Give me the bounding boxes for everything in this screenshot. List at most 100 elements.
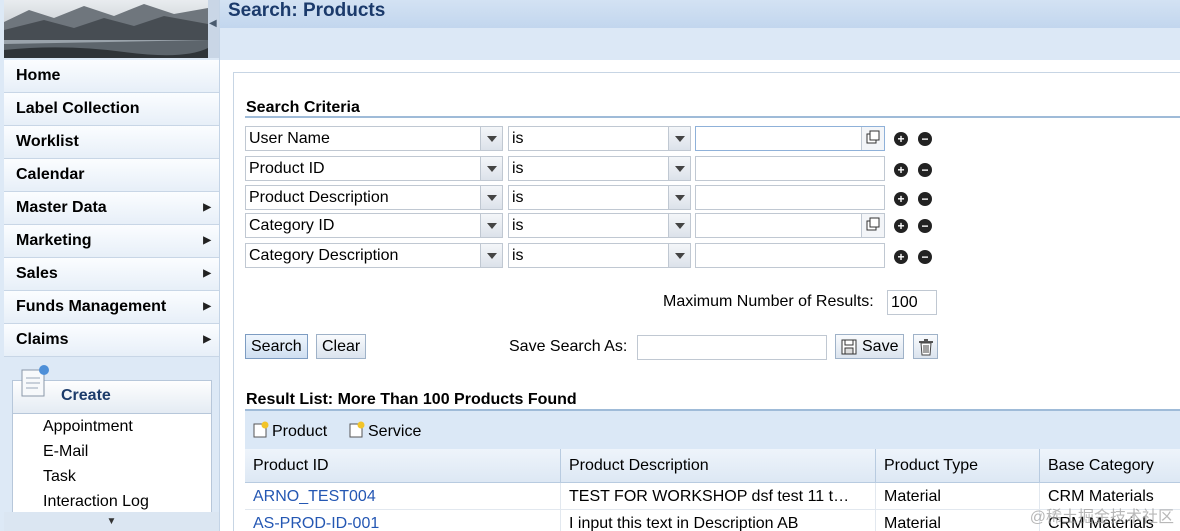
plus-icon: + (897, 132, 905, 146)
criteria-field-select[interactable]: User Name (245, 126, 503, 151)
remove-criteria-button[interactable]: − (918, 132, 932, 146)
value-help-button[interactable] (861, 127, 884, 150)
result-list-title: Result List: More Than 100 Products Foun… (246, 391, 577, 408)
new-item-icon (349, 421, 365, 438)
nav-item-home[interactable]: Home (4, 60, 219, 93)
plus-icon: + (897, 219, 905, 233)
field-select-value: Category ID (249, 217, 335, 234)
dropdown-arrow-icon (668, 214, 690, 237)
criteria-operator-select[interactable]: is (508, 126, 691, 151)
remove-criteria-button[interactable]: − (918, 219, 932, 233)
column-header-base-category[interactable]: Base Category (1040, 449, 1180, 483)
create-item-email[interactable]: E-Mail (43, 443, 88, 461)
criteria-field-select[interactable]: Product Description (245, 185, 503, 210)
field-select-value: User Name (249, 130, 330, 147)
max-results-value: 100 (891, 294, 918, 311)
operator-select-value: is (512, 130, 524, 147)
new-service-button[interactable]: Service (349, 421, 421, 441)
add-criteria-button[interactable]: + (894, 132, 908, 146)
nav-item-funds-management[interactable]: Funds Management ▶ (4, 291, 219, 324)
dropdown-arrow-icon (480, 186, 502, 209)
remove-criteria-button[interactable]: − (918, 192, 932, 206)
nav-item-calendar[interactable]: Calendar (4, 159, 219, 192)
dropdown-arrow-icon (668, 186, 690, 209)
new-document-icon (21, 365, 49, 397)
operator-select-value: is (512, 217, 524, 234)
create-item-task[interactable]: Task (43, 468, 76, 486)
column-header-product-type[interactable]: Product Type (876, 449, 1040, 483)
dropdown-arrow-icon (668, 157, 690, 180)
dropdown-arrow-icon (480, 214, 502, 237)
chevron-right-icon: ▶ (203, 235, 211, 246)
nav-item-label: Claims (16, 331, 69, 348)
product-description-cell: I input this text in Description AB (561, 510, 876, 531)
nav-item-label: Calendar (16, 166, 85, 183)
nav-item-sales[interactable]: Sales ▶ (4, 258, 219, 291)
product-type-cell: Material (876, 510, 1040, 531)
clear-button[interactable]: Clear (316, 334, 367, 359)
search-button[interactable]: Search (245, 334, 308, 359)
nav-item-label: Marketing (16, 232, 92, 249)
collapse-panel-handle[interactable]: ◀ (208, 0, 219, 58)
remove-criteria-button[interactable]: − (918, 163, 932, 177)
delete-search-button[interactable] (913, 334, 938, 359)
navigation-panel: ◀ Home Label Collection Worklist Calenda… (0, 0, 220, 531)
column-header-product-description[interactable]: Product Description (561, 449, 876, 483)
criteria-operator-select[interactable]: is (508, 185, 691, 210)
trash-icon (919, 339, 933, 356)
operator-select-value: is (512, 160, 524, 177)
criteria-value-input[interactable] (695, 243, 885, 268)
add-criteria-button[interactable]: + (894, 163, 908, 177)
minus-icon: − (921, 163, 929, 177)
new-service-label: Service (368, 423, 422, 440)
criteria-value-input[interactable] (695, 156, 885, 181)
criteria-field-select[interactable]: Product ID (245, 156, 503, 181)
criteria-field-select[interactable]: Category ID (245, 213, 503, 238)
save-button[interactable]: Save (835, 334, 905, 359)
criteria-operator-select[interactable]: is (508, 243, 691, 268)
minus-icon: − (921, 219, 929, 233)
nav-item-marketing[interactable]: Marketing ▶ (4, 225, 219, 258)
add-criteria-button[interactable]: + (894, 250, 908, 264)
save-search-input[interactable] (637, 335, 827, 360)
add-criteria-button[interactable]: + (894, 192, 908, 206)
watermark-text: @稀土掘金技术社区 (1029, 509, 1174, 526)
nav-item-label: Worklist (16, 133, 79, 150)
search-criteria-title: Search Criteria (246, 99, 360, 116)
criteria-value-input[interactable] (695, 185, 885, 210)
remove-criteria-button[interactable]: − (918, 250, 932, 264)
page-title: Search: Products (228, 0, 386, 21)
section-divider (245, 116, 1180, 118)
nav-item-label: Home (16, 67, 61, 84)
product-type-cell: Material (876, 483, 1040, 510)
nav-item-worklist[interactable]: Worklist (4, 126, 219, 159)
minus-icon: − (921, 192, 929, 206)
create-item-interaction-log[interactable]: Interaction Log (43, 493, 149, 511)
add-criteria-button[interactable]: + (894, 219, 908, 233)
criteria-value-input[interactable] (695, 126, 885, 151)
nav-menu: Home Label Collection Worklist Calendar … (4, 60, 219, 357)
product-id-link[interactable]: ARNO_TEST004 (245, 483, 561, 510)
column-header-product-id[interactable]: Product ID (245, 449, 561, 483)
new-product-button[interactable]: Product (253, 421, 327, 441)
create-panel-title: Create (61, 387, 111, 404)
nav-item-claims[interactable]: Claims ▶ (4, 324, 219, 357)
field-select-value: Category Description (249, 247, 399, 264)
nav-scroll-down-button[interactable]: ▼ (4, 512, 219, 531)
nav-item-label-collection[interactable]: Label Collection (4, 93, 219, 126)
criteria-operator-select[interactable]: is (508, 213, 691, 238)
dropdown-arrow-icon (480, 157, 502, 180)
criteria-operator-select[interactable]: is (508, 156, 691, 181)
nav-item-master-data[interactable]: Master Data ▶ (4, 192, 219, 225)
content-panel: Search Criteria User Name is + − Product… (233, 72, 1180, 531)
product-id-link[interactable]: AS-PROD-ID-001 (245, 510, 561, 531)
max-results-input[interactable]: 100 (887, 290, 937, 315)
criteria-value-input[interactable] (695, 213, 885, 238)
dropdown-arrow-icon (480, 244, 502, 267)
create-item-appointment[interactable]: Appointment (43, 418, 133, 436)
field-select-value: Product Description (249, 189, 389, 206)
page-header: Search: Products (220, 0, 1180, 60)
minus-icon: − (921, 132, 929, 146)
criteria-field-select[interactable]: Category Description (245, 243, 503, 268)
value-help-button[interactable] (861, 214, 884, 237)
